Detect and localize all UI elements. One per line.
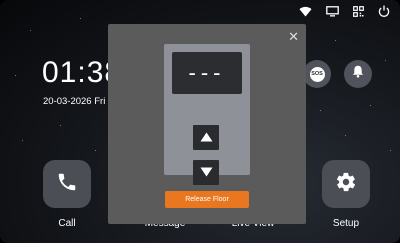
power-icon[interactable] (378, 5, 390, 17)
sos-button[interactable]: SOS (303, 60, 331, 88)
status-bar (299, 5, 390, 17)
call-app-label: Call (58, 218, 76, 229)
triangle-down-icon (200, 164, 213, 182)
setup-app-button[interactable] (322, 160, 370, 208)
elevator-panel: --- (164, 44, 250, 185)
monitor-icon[interactable] (326, 5, 339, 17)
elevator-call-dialog: ✕ --- Release Floor (108, 24, 306, 224)
release-floor-button[interactable]: Release Floor (165, 191, 249, 208)
triangle-up-icon (200, 129, 213, 147)
phone-icon (56, 171, 78, 198)
bell-icon (352, 65, 364, 83)
sos-icon: SOS (309, 66, 325, 82)
call-app-button[interactable] (43, 160, 91, 208)
close-icon[interactable]: ✕ (288, 30, 299, 43)
clock-date: 20-03-2026 Fri (43, 96, 106, 107)
alarm-bell-button[interactable] (344, 60, 372, 88)
setup-app-label: Setup (332, 218, 360, 229)
elevator-down-button[interactable] (193, 160, 219, 185)
gear-icon (335, 171, 357, 198)
floor-display: --- (172, 52, 242, 94)
grid-icon[interactable] (353, 5, 364, 17)
elevator-up-button[interactable] (193, 125, 219, 150)
home-screen: 01:38 20-03-2026 Fri SOS Call Message Li… (0, 0, 400, 243)
wifi-icon (299, 6, 312, 17)
